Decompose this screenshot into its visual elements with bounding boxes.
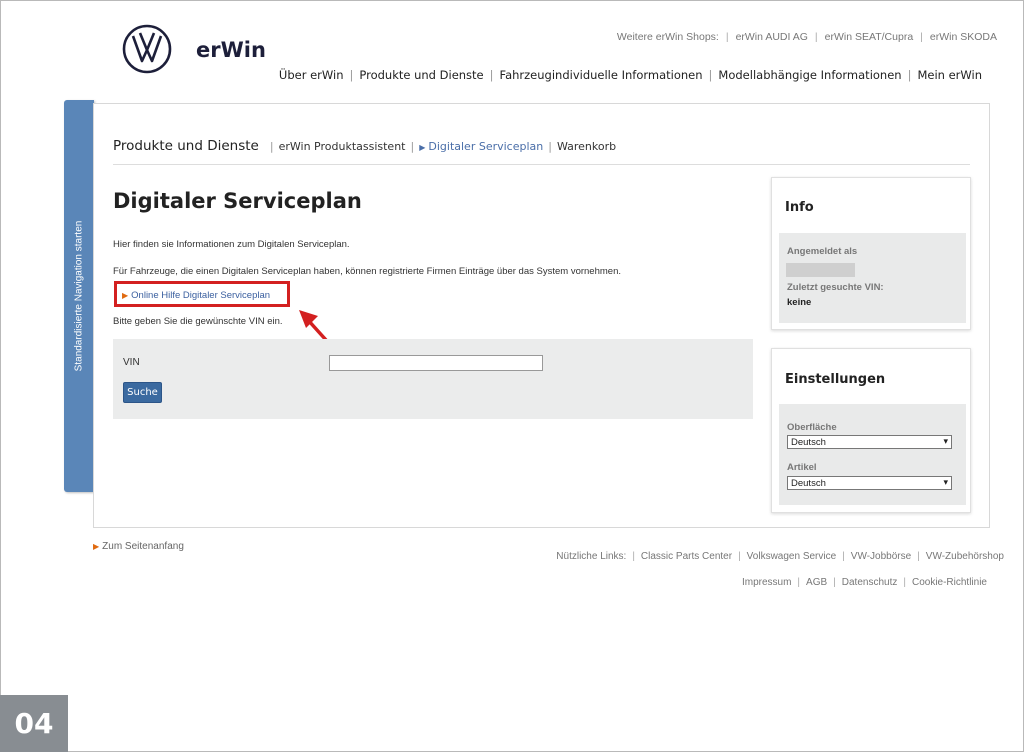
vin-prompt: Bitte geben Sie die gewünschte VIN ein. <box>113 316 283 327</box>
breadcrumb-digital-serviceplan[interactable]: Digitaler Serviceplan <box>428 140 543 153</box>
help-link[interactable]: ▶ Online Hilfe Digitaler Serviceplan <box>122 290 270 301</box>
surface-label: Oberfläche <box>787 422 837 433</box>
footer-link-classic-parts[interactable]: Classic Parts Center <box>641 551 732 562</box>
logged-in-label: Angemeldet als <box>787 246 858 257</box>
shop-link-skoda[interactable]: erWin SKODA <box>930 31 997 43</box>
footer-link-accessories[interactable]: VW-Zubehörshop <box>926 551 1004 562</box>
back-to-top-label: Zum Seitenanfang <box>102 541 184 552</box>
footer-link-cookies[interactable]: Cookie-Richtlinie <box>912 577 987 588</box>
brand-name: erWin <box>196 38 266 62</box>
shop-link-seat[interactable]: erWin SEAT/Cupra <box>825 31 914 43</box>
redacted-username <box>786 263 855 277</box>
breadcrumb-product-assistant[interactable]: erWin Produktassistent <box>279 140 406 153</box>
nav-model-info[interactable]: Modellabhängige Informationen <box>718 68 901 82</box>
surface-select-value: Deutsch <box>791 437 826 448</box>
useful-links-label: Nützliche Links: <box>556 551 627 562</box>
page-title: Digitaler Serviceplan <box>113 189 362 213</box>
help-link-label: Online Hilfe Digitaler Serviceplan <box>131 290 271 301</box>
footer-link-agb[interactable]: AGB <box>806 577 827 588</box>
chevron-down-icon: ▾ <box>943 477 948 487</box>
search-button[interactable]: Suche <box>123 382 162 403</box>
breadcrumb-divider <box>113 164 970 165</box>
breadcrumb-root: Produkte und Dienste <box>113 138 259 154</box>
standard-navigation-tab-label: Standardisierte Navigation starten <box>73 220 85 372</box>
info-title: Info <box>785 200 814 215</box>
link-arrow-icon: ▶ <box>122 291 129 300</box>
other-shops-bar: Weitere erWin Shops: | erWin AUDI AG | erWin… <box>616 31 997 43</box>
nav-about[interactable]: Über erWin <box>279 68 344 82</box>
chevron-down-icon: ▾ <box>943 436 948 446</box>
legal-links: Impressum | AGB | Datenschutz | Cookie-Richtli… <box>741 577 987 588</box>
vw-logo-icon[interactable] <box>122 24 172 74</box>
main-nav: Über erWin | Produkte und Dienste | Fahrzeug… <box>278 68 982 82</box>
footer-link-vw-service[interactable]: Volkswagen Service <box>747 551 837 562</box>
description-text: Für Fahrzeuge, die einen Digitalen Servi… <box>113 266 621 277</box>
breadcrumb-active-marker-icon: ▶ <box>419 143 426 152</box>
standard-navigation-tab-label-wrap: Standardisierte Navigation starten <box>64 100 94 492</box>
vin-input[interactable] <box>329 355 543 371</box>
article-select[interactable]: Deutsch ▾ <box>787 476 952 490</box>
nav-products[interactable]: Produkte und Dienste <box>359 68 483 82</box>
last-vin-value: keine <box>787 297 812 308</box>
article-label: Artikel <box>787 462 817 473</box>
footer-link-impressum[interactable]: Impressum <box>742 577 791 588</box>
settings-title: Einstellungen <box>785 372 886 387</box>
article-select-value: Deutsch <box>791 478 826 489</box>
vin-label: VIN <box>123 357 140 368</box>
intro-text: Hier finden sie Informationen zum Digita… <box>113 239 350 250</box>
useful-links: Nützliche Links: | Classic Parts Center | Vo… <box>556 551 1004 562</box>
footer-link-privacy[interactable]: Datenschutz <box>842 577 898 588</box>
last-vin-label: Zuletzt gesuchte VIN: <box>787 282 884 293</box>
page-number-badge: 04 <box>0 695 68 752</box>
surface-select[interactable]: Deutsch ▾ <box>787 435 952 449</box>
nav-my-erwin[interactable]: Mein erWin <box>917 68 982 82</box>
footer-link-jobs[interactable]: VW-Jobbörse <box>851 551 911 562</box>
nav-vehicle-info[interactable]: Fahrzeugindividuelle Informationen <box>500 68 703 82</box>
shops-label: Weitere erWin Shops: <box>616 31 719 43</box>
breadcrumb: Produkte und Dienste | erWin Produktassist… <box>113 138 617 154</box>
vin-form <box>113 339 753 419</box>
link-arrow-icon: ▶ <box>93 542 100 551</box>
shop-link-audi[interactable]: erWin AUDI AG <box>736 31 808 43</box>
back-to-top-link[interactable]: ▶ Zum Seitenanfang <box>93 541 184 552</box>
breadcrumb-cart[interactable]: Warenkorb <box>557 140 616 153</box>
